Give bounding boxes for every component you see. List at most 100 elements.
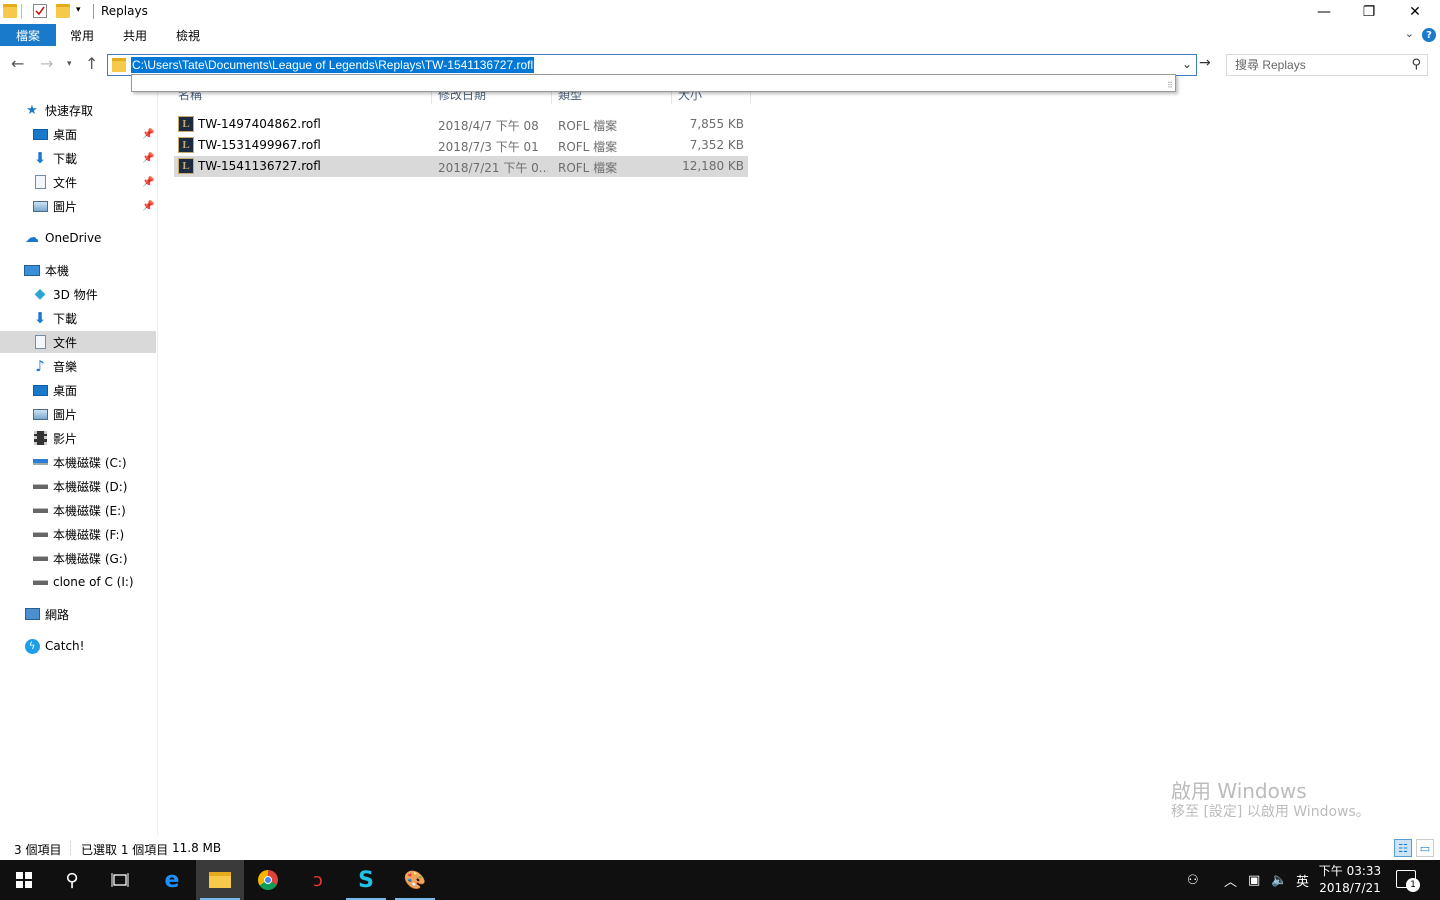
pictures-icon [32, 406, 48, 422]
nav-item-desktop-pinned[interactable]: 桌面 📌 [0, 123, 156, 145]
search-input[interactable] [1235, 58, 1395, 72]
chevron-up-icon[interactable]: ︿ [1224, 860, 1237, 900]
nav-item-this-pc[interactable]: 本機 [0, 259, 156, 281]
league-replay-file-icon: L [178, 158, 194, 174]
file-explorer-icon[interactable] [196, 860, 244, 900]
nav-item-drive-g[interactable]: 本機磁碟 (G:) [0, 547, 156, 569]
league-replay-file-icon: L [178, 116, 194, 132]
address-path[interactable]: C:\Users\Tate\Documents\League of Legend… [131, 57, 535, 73]
s-app-icon[interactable]: S [342, 860, 390, 900]
nav-item-label: OneDrive [45, 231, 102, 245]
drive-icon [32, 574, 48, 590]
file-row-selected[interactable]: L TW-1541136727.rofl 2018/7/21 下午 0... R… [174, 156, 748, 177]
tab-home[interactable]: 常用 [70, 27, 94, 44]
minimize-button[interactable]: — [1301, 0, 1347, 24]
taskbar-clock[interactable]: 下午 03:33 2018/7/21 [1316, 863, 1384, 897]
notification-badge: 1 [1406, 878, 1420, 892]
tab-share[interactable]: 共用 [123, 27, 147, 44]
tab-file[interactable]: 檔案 [0, 24, 56, 46]
network-tray-icon[interactable]: ▣ [1248, 860, 1260, 900]
resize-grip-icon[interactable]: ⠿ [1167, 81, 1173, 90]
nav-item-quick-access[interactable]: ★ 快速存取 [0, 99, 156, 121]
windows-start-icon[interactable] [0, 860, 48, 900]
address-autocomplete-dropdown[interactable]: ⠿ [131, 74, 1176, 92]
nav-item-drive-d[interactable]: 本機磁碟 (D:) [0, 475, 156, 497]
garena-icon[interactable]: ↄ [294, 860, 342, 900]
pin-icon[interactable]: 📌 [142, 177, 154, 188]
restore-button[interactable]: ❐ [1346, 0, 1392, 24]
volume-icon[interactable]: 🔈 [1271, 860, 1287, 900]
large-icons-view-icon[interactable]: ▭ [1416, 839, 1434, 857]
nav-item-catch[interactable]: ϟ Catch! [0, 635, 156, 657]
folder-icon[interactable] [3, 4, 17, 18]
search-icon[interactable]: ⚲ [1411, 57, 1421, 72]
nav-item-label: 本機磁碟 (E:) [53, 503, 126, 518]
pin-icon[interactable]: 📌 [142, 129, 154, 140]
properties-icon[interactable] [33, 4, 47, 18]
nav-item-pictures-pinned[interactable]: 圖片 📌 [0, 195, 156, 217]
drive-icon [32, 478, 48, 494]
title-bar: ▾ Replays — ❐ ✕ [0, 0, 1440, 24]
cloud-icon: ☁ [25, 230, 39, 246]
pin-icon[interactable]: 📌 [142, 201, 154, 212]
catch-icon: ϟ [24, 638, 40, 654]
task-view-icon[interactable] [96, 860, 144, 900]
file-size: 12,180 KB [682, 159, 744, 173]
up-arrow-icon[interactable]: ↑ [85, 54, 98, 73]
chrome-icon[interactable] [244, 860, 292, 900]
file-name: TW-1541136727.rofl [198, 159, 321, 173]
nav-item-downloads[interactable]: ⬇ 下載 [0, 307, 156, 329]
nav-item-label: 桌面 [53, 383, 78, 398]
go-arrow-icon[interactable]: → [1199, 55, 1211, 71]
new-folder-icon[interactable] [56, 4, 70, 18]
cube-icon: ◆ [34, 286, 46, 302]
edge-browser-icon[interactable]: e [148, 860, 196, 900]
details-view-icon[interactable]: ☷ [1394, 839, 1412, 857]
nav-item-music[interactable]: ♪ 音樂 [0, 355, 156, 377]
nav-item-downloads-pinned[interactable]: ⬇ 下載 📌 [0, 147, 156, 169]
nav-item-label: 快速存取 [45, 103, 94, 118]
recent-locations-icon[interactable]: ▾ [67, 59, 72, 69]
nav-item-label: 下載 [53, 311, 78, 326]
nav-item-desktop[interactable]: 桌面 [0, 379, 156, 401]
expand-ribbon-icon[interactable]: ⌄ [1405, 27, 1414, 40]
chevron-down-icon[interactable]: ⌄ [1182, 57, 1192, 71]
nav-item-videos[interactable]: 影片 [0, 427, 156, 449]
address-bar[interactable]: C:\Users\Tate\Documents\League of Legend… [107, 54, 1197, 76]
close-button[interactable]: ✕ [1392, 0, 1438, 24]
folder-icon [112, 58, 126, 72]
nav-item-label: 下載 [53, 151, 78, 166]
nav-item-drive-f[interactable]: 本機磁碟 (F:) [0, 523, 156, 545]
nav-item-label: 圖片 [53, 199, 78, 214]
help-icon[interactable]: ? [1422, 28, 1436, 42]
nav-item-documents-pinned[interactable]: 文件 📌 [0, 171, 156, 193]
file-row[interactable]: L TW-1531499967.rofl 2018/7/3 下午 01 ROFL… [174, 135, 748, 156]
search-box[interactable]: ⚲ [1226, 54, 1428, 76]
video-icon [32, 430, 48, 446]
customize-quick-access-icon[interactable]: ▾ [76, 5, 81, 15]
nav-item-pictures[interactable]: 圖片 [0, 403, 156, 425]
nav-item-3d-objects[interactable]: ◆ 3D 物件 [0, 283, 156, 305]
file-row[interactable]: L TW-1497404862.rofl 2018/4/7 下午 08 ROFL… [174, 114, 748, 135]
nav-item-documents[interactable]: 文件 [0, 331, 156, 353]
file-size: 7,352 KB [689, 138, 744, 152]
tab-view[interactable]: 檢視 [176, 27, 200, 44]
forward-arrow-icon[interactable]: → [40, 54, 53, 73]
search-icon[interactable]: ⚲ [48, 860, 96, 900]
nav-item-drive-c[interactable]: 本機磁碟 (C:) [0, 451, 156, 473]
paint-app-icon[interactable]: 🎨 [391, 860, 439, 900]
pin-icon[interactable]: 📌 [142, 153, 154, 164]
ime-indicator[interactable]: 英 [1296, 860, 1309, 900]
file-name: TW-1531499967.rofl [198, 138, 321, 152]
file-date: 2018/4/7 下午 08 [438, 119, 539, 133]
selected-size: 11.8 MB [172, 841, 222, 855]
nav-item-label: 本機磁碟 (G:) [53, 551, 128, 566]
back-arrow-icon[interactable]: ← [11, 54, 24, 73]
drive-icon [32, 502, 48, 518]
selected-count: 已選取 1 個項目 [81, 843, 169, 857]
people-icon[interactable]: ⚇ [1187, 860, 1199, 900]
nav-item-drive-e[interactable]: 本機磁碟 (E:) [0, 499, 156, 521]
nav-item-network[interactable]: 網路 [0, 603, 156, 625]
nav-item-drive-i[interactable]: clone of C (I:) [0, 571, 156, 593]
nav-item-onedrive[interactable]: ☁ OneDrive [0, 227, 156, 249]
